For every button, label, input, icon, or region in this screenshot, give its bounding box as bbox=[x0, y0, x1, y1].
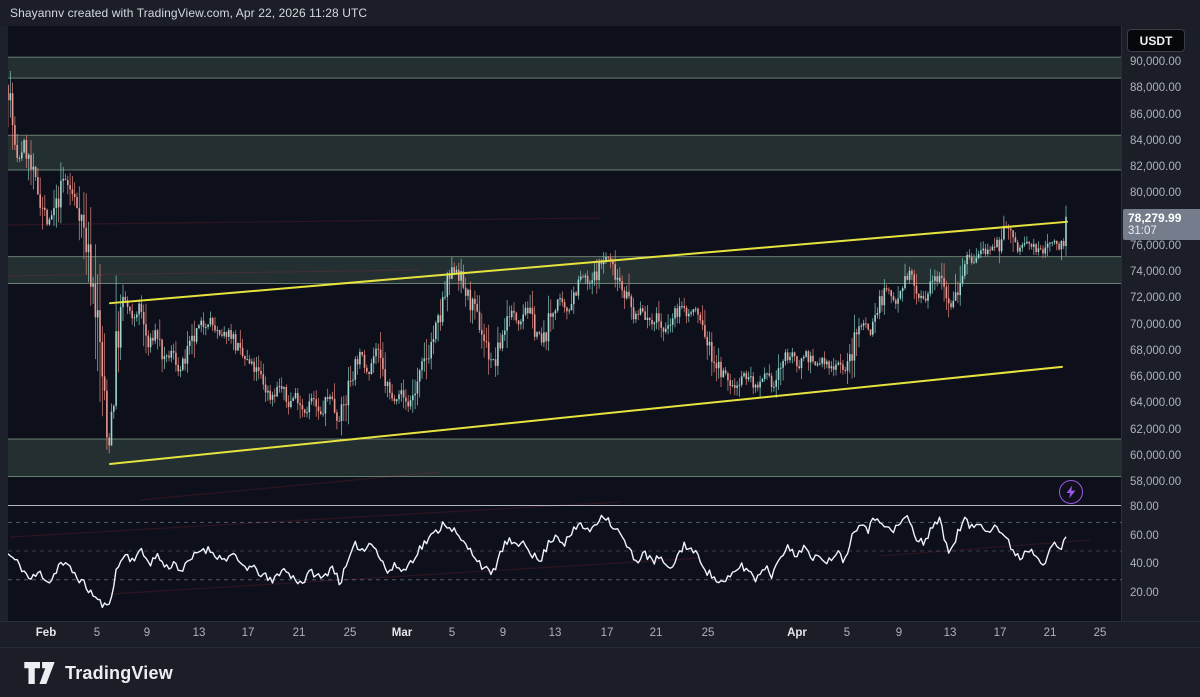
price-axis-label: 80,000.00 bbox=[1130, 187, 1181, 199]
last-price-value: 78,279.99 bbox=[1128, 211, 1198, 225]
time-axis-day-label: 21 bbox=[293, 627, 306, 639]
time-axis-day-label: 17 bbox=[994, 627, 1007, 639]
price-axis-label: 64,000.00 bbox=[1130, 397, 1181, 409]
price-axis-label: 58,000.00 bbox=[1130, 476, 1181, 488]
rsi-axis-label: 80.00 bbox=[1130, 501, 1159, 513]
rsi-axis-label: 40.00 bbox=[1130, 558, 1159, 570]
time-axis-day-label: 17 bbox=[242, 627, 255, 639]
time-axis-day-label: 13 bbox=[193, 627, 206, 639]
left-edge-strip bbox=[0, 26, 8, 647]
price-axis-label: 70,000.00 bbox=[1130, 319, 1181, 331]
supply-demand-zone bbox=[8, 57, 1122, 78]
price-axis-label: 72,000.00 bbox=[1130, 292, 1181, 304]
time-axis-day-label: 5 bbox=[844, 627, 850, 639]
time-axis-day-label: 25 bbox=[344, 627, 357, 639]
time-axis[interactable]: Feb 5 9 13 17 21 25 Mar 5 9 13 17 21 25 Apr 5 9 13 17 21 25 bbox=[0, 621, 1200, 648]
chart-pane-background bbox=[0, 26, 1122, 621]
time-axis-day-label: 13 bbox=[549, 627, 562, 639]
quote-currency-button[interactable]: USDT bbox=[1127, 29, 1185, 52]
time-axis-day-label: 9 bbox=[144, 627, 150, 639]
tradingview-brand-text: TradingView bbox=[65, 663, 173, 684]
price-axis-label: 82,000.00 bbox=[1130, 161, 1181, 173]
footer-bar: TradingView bbox=[0, 647, 1200, 697]
time-axis-day-label: 5 bbox=[449, 627, 455, 639]
attribution-bar: Shayannv created with TradingView.com, A… bbox=[0, 0, 1200, 26]
price-axis-label: 60,000.00 bbox=[1130, 450, 1181, 462]
quick-action-lightning-button[interactable] bbox=[1059, 480, 1083, 504]
time-axis-day-label: 21 bbox=[1044, 627, 1057, 639]
time-axis-month-label: Apr bbox=[787, 627, 807, 639]
tradingview-chart-window: Shayannv created with TradingView.com, A… bbox=[0, 0, 1200, 697]
time-axis-day-label: 25 bbox=[702, 627, 715, 639]
price-axis-label: 74,000.00 bbox=[1130, 266, 1181, 278]
price-axis-label: 66,000.00 bbox=[1130, 371, 1181, 383]
price-axis-label: 68,000.00 bbox=[1130, 345, 1181, 357]
price-axis-label: 88,000.00 bbox=[1130, 82, 1181, 94]
attribution-text: Shayannv created with TradingView.com, A… bbox=[10, 6, 367, 20]
time-axis-day-label: 9 bbox=[500, 627, 506, 639]
bar-countdown: 31:07 bbox=[1128, 225, 1198, 238]
rsi-axis-label: 20.00 bbox=[1130, 587, 1159, 599]
price-axis-label: 90,000.00 bbox=[1130, 56, 1181, 68]
price-axis[interactable]: USDT 78,279.99 31:07 90,000.00 88,000.00 8… bbox=[1122, 26, 1200, 621]
lightning-icon bbox=[1065, 485, 1077, 499]
time-axis-day-label: 13 bbox=[944, 627, 957, 639]
time-axis-day-label: 5 bbox=[94, 627, 100, 639]
price-axis-label: 62,000.00 bbox=[1130, 424, 1181, 436]
time-axis-month-label: Mar bbox=[392, 627, 412, 639]
time-axis-day-label: 25 bbox=[1094, 627, 1107, 639]
price-axis-label: 86,000.00 bbox=[1130, 109, 1181, 121]
last-price-label: 78,279.99 31:07 bbox=[1123, 209, 1200, 240]
tradingview-logo[interactable]: TradingView bbox=[24, 662, 173, 684]
time-axis-day-label: 21 bbox=[650, 627, 663, 639]
supply-demand-zone bbox=[8, 135, 1122, 170]
price-axis-label: 84,000.00 bbox=[1130, 135, 1181, 147]
time-axis-month-label: Feb bbox=[36, 627, 56, 639]
time-axis-day-label: 17 bbox=[601, 627, 614, 639]
time-axis-day-label: 9 bbox=[896, 627, 902, 639]
rsi-axis-label: 60.00 bbox=[1130, 530, 1159, 542]
price-axis-label: 76,000.00 bbox=[1130, 240, 1181, 252]
chart-canvas[interactable] bbox=[0, 0, 1200, 697]
supply-demand-zone bbox=[8, 257, 1122, 284]
quote-currency-label: USDT bbox=[1140, 34, 1173, 48]
tradingview-logo-icon bbox=[24, 662, 56, 684]
